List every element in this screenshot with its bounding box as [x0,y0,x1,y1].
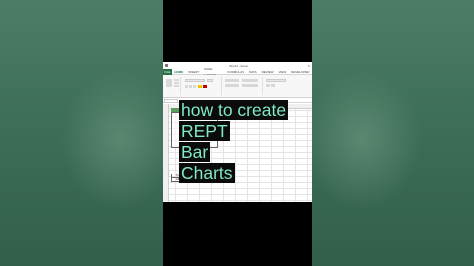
number-format-select[interactable] [266,79,286,82]
window-title: Book1 - Excel [229,63,248,68]
underline-icon[interactable] [193,85,196,88]
tab-view[interactable]: VIEW [276,69,289,75]
cut-icon[interactable] [174,79,179,81]
tab-developer[interactable]: DEVELOPER [289,69,312,75]
blurred-background-right [302,0,474,266]
wrap-text-button[interactable] [242,79,258,82]
save-icon[interactable] [165,64,168,67]
bold-icon[interactable] [185,85,188,88]
blurred-background-left [0,0,180,266]
close-icon[interactable]: ✕ [307,64,310,68]
italic-icon[interactable] [189,85,192,88]
tab-file[interactable]: FILE [163,68,172,75]
tab-formulas[interactable]: FORMULAS [225,69,247,75]
tab-review[interactable]: REVIEW [259,69,276,75]
clipboard-group [164,77,181,95]
tab-home[interactable]: HOME [172,69,186,75]
percent-icon[interactable] [271,84,275,87]
alignment-group [223,77,263,95]
font-color-icon[interactable] [203,85,207,88]
caption-line-4: Charts [179,163,235,183]
merge-center-button[interactable] [242,84,258,87]
caption-line-1: how to create [179,100,289,120]
font-size-select[interactable] [207,79,213,82]
fill-color-icon[interactable] [198,85,202,88]
row-headers [163,104,169,202]
name-box[interactable] [164,98,178,103]
ribbon-toolbar [163,75,312,98]
currency-icon[interactable] [266,84,270,87]
caption-line-3: Bar [179,142,211,162]
format-painter-icon[interactable] [174,85,179,87]
copy-icon[interactable] [174,82,179,84]
paste-icon[interactable] [166,79,172,87]
tab-data[interactable]: DATA [247,69,260,75]
align-top-icon[interactable] [225,79,239,82]
video-caption: how to create REPT Bar Charts [179,100,289,184]
font-group [182,77,222,95]
caption-line-2: REPT [179,121,230,141]
align-left-icon[interactable] [225,84,239,87]
tab-insert[interactable]: INSERT [186,69,202,75]
number-group [264,77,294,95]
font-name-select[interactable] [185,79,205,82]
